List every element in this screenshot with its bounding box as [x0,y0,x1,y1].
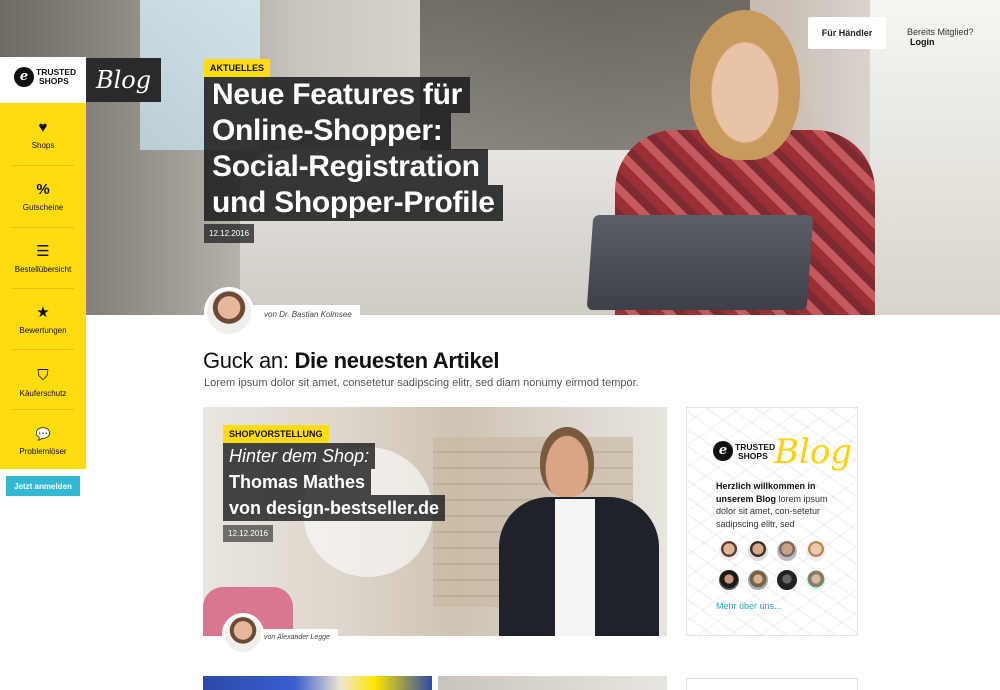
sidebar-item-label: Gutscheine [22,203,64,212]
team-avatar[interactable] [747,569,769,591]
chat-icon: 💬 [35,427,51,441]
hero-title-line: Neue Features für [204,77,470,113]
article-title-line: Thomas Mathes [223,469,372,495]
article-bg-shirt [555,499,595,636]
member-label: Bereits Mitglied? [907,27,974,37]
article-author-avatar[interactable] [222,613,264,655]
sidebar-item-label: Bestellübersicht [14,265,72,274]
list-icon: ☰ [36,243,50,260]
hero-date: 12.12.2016 [204,224,255,243]
widget-logo-line2: SHOPS [738,451,768,461]
widget-logo-text: TRUSTED SHOPS [735,443,775,461]
sidebar-item-shops[interactable]: ♥ Shops [0,119,86,150]
sidebar-item-label: Käuferschutz [19,389,67,398]
article-card-preview[interactable] [438,676,667,690]
heart-icon: ♥ [38,119,48,136]
hero-bg-laptop [586,215,814,310]
hero-author[interactable]: von Dr. Bastian Kolmsee [244,305,360,324]
percent-icon: % [36,181,50,198]
login-link[interactable]: Login [910,37,935,47]
team-avatar[interactable] [776,540,798,562]
article-title-line: von design-bestseller.de [223,495,446,521]
hero-author-name: von Dr. Bastian Kolmsee [264,310,352,319]
trusted-shops-e-icon: e [14,67,34,87]
star-icon: ★ [36,304,50,321]
hero-title-line: Social-Registration [204,149,488,185]
section-title: Guck an: Die neuesten Artikel [203,348,499,374]
signup-button[interactable]: Jetzt anmelden [6,476,80,496]
logo-text: TRUSTED SHOPS [36,68,76,86]
sidebar-divider [12,409,74,410]
blog-tab[interactable]: Blog [86,58,161,102]
team-avatar[interactable] [805,569,827,591]
team-avatar[interactable] [718,569,740,591]
logo-line2: SHOPS [39,76,69,86]
sidebar-item-label: Problemlöser [19,447,67,456]
article-category-tag[interactable]: SHOPVORSTELLUNG [223,425,329,443]
hero-category-tag[interactable]: AKTUELLES [204,59,270,77]
shield-check-icon: ⛉ [37,367,49,384]
team-avatar[interactable] [805,540,827,562]
article-author-name: von Alexander Legge [264,634,330,641]
widget-blog-logo: Blog [774,432,853,472]
sidebar-divider [12,227,74,228]
article-author[interactable]: von Alexander Legge [254,629,338,646]
team-avatar[interactable] [718,540,740,562]
sidebar-item-bewertungen[interactable]: ★ Bewertungen [0,304,86,335]
hero-author-avatar[interactable] [204,287,254,337]
article-card-preview[interactable] [203,676,432,690]
sidebar-item-problemloeser[interactable]: 💬 Problemlöser [0,425,86,456]
article-date: 12.12.2016 [223,525,274,542]
sidebar-nav: ♥ Shops % Gutscheine ☰ Bestellübersicht … [0,103,86,469]
trusted-shops-logo[interactable]: e TRUSTED SHOPS [0,57,86,108]
section-title-prefix: Guck an: [203,348,289,373]
sidebar-item-kaeuferschutz[interactable]: ⛉ Käuferschutz [0,367,86,398]
article-bg-person-head [540,427,594,497]
section-title-strong: Die neuesten Artikel [294,348,500,373]
member-login: Bereits Mitglied? Login [907,27,1000,47]
sidebar-item-label: Bewertungen [19,326,67,335]
hero-title-line: Online-Shopper: [204,113,451,149]
widget-intro: Herzlich willkommen in unserem Blog lore… [716,480,834,530]
article-title[interactable]: Hinter dem Shop: Thomas Mathes von desig… [223,443,446,521]
hero-bg-person-head [690,10,800,160]
hero-bg-right [870,0,1000,315]
sidebar-item-gutscheine[interactable]: % Gutscheine [0,181,86,212]
team-avatar[interactable] [747,540,769,562]
team-avatar[interactable] [776,569,798,591]
haendler-button[interactable]: Für Händler [808,17,886,49]
article-title-line: Hinter dem Shop: [223,443,376,469]
sidebar-item-bestelluebersicht[interactable]: ☰ Bestellübersicht [0,243,86,274]
sidebar-divider [12,288,74,289]
sidebar-divider [12,349,74,350]
hero-title-line: und Shopper-Profile [204,185,503,221]
widget-trusted-shops-e-icon: e [713,441,733,461]
section-subtitle: Lorem ipsum dolor sit amet, consetetur s… [204,377,639,389]
sidebar-divider [12,165,74,166]
widget-preview [686,678,858,690]
hero-title[interactable]: Neue Features für Online-Shopper: Social… [204,77,503,221]
more-about-us-link[interactable]: Mehr über uns... [716,601,782,611]
sidebar-item-label: Shops [31,141,55,150]
